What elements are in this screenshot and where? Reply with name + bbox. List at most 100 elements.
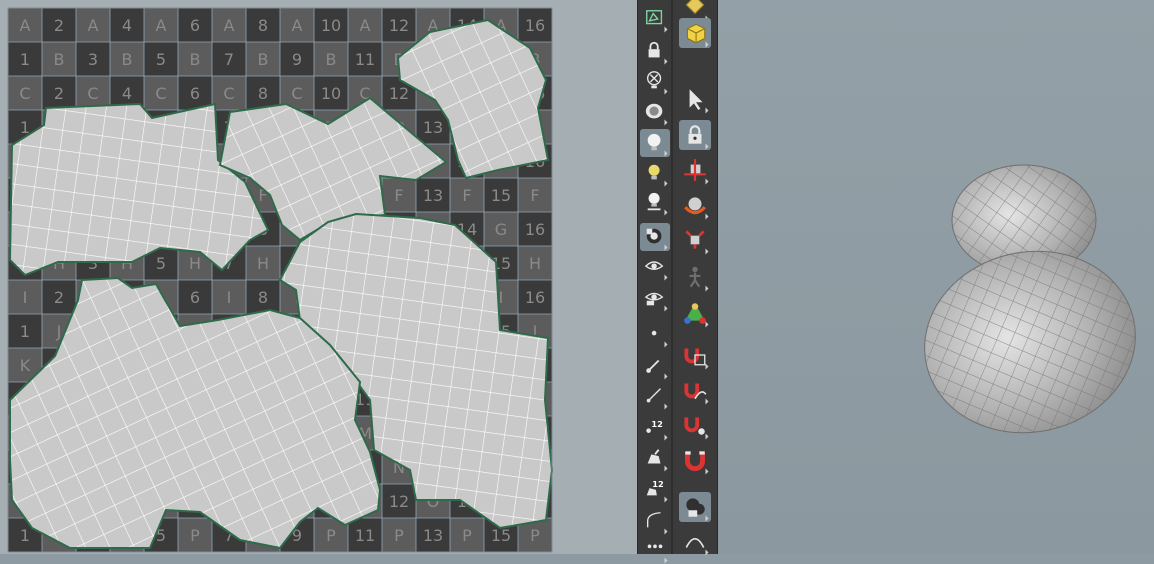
uv-checker-label: 16 [525, 288, 545, 307]
yellow-cube-icon [686, 23, 706, 44]
move-cube-tool[interactable] [679, 155, 711, 185]
option-arrow-icon [664, 180, 668, 187]
uv-checker-label: 6 [190, 84, 200, 103]
uv-checker-label: J [56, 322, 62, 341]
torus-light-tool[interactable] [640, 98, 670, 126]
uv-checker-label: A [292, 16, 303, 35]
pen-tool[interactable] [640, 382, 670, 410]
uv-checker-label: 12 [389, 492, 409, 511]
uv-editor-viewport[interactable]: A2A4A6A8A10A12A14A161B3B5B7B9B11B13B15BC… [0, 0, 637, 554]
eye-frame-icon [644, 292, 664, 306]
stamp-number-tool[interactable]: 12 [640, 475, 670, 503]
uv-checker-label: A [88, 16, 99, 35]
move-cube-icon [684, 159, 706, 181]
uv-checker-label: B [326, 50, 337, 69]
uv-checker-label: 3 [88, 50, 98, 69]
option-arrow-icon [705, 398, 709, 405]
gear-tools-tool[interactable] [640, 223, 670, 251]
eye-tool[interactable] [640, 253, 670, 281]
magnet-curve-tool[interactable] [679, 375, 711, 405]
scene-canvas[interactable] [718, 0, 1154, 554]
option-arrow-icon [705, 285, 709, 292]
uv-checker-label: B [190, 50, 201, 69]
uv-checker-label: H [529, 254, 541, 273]
stamp-number-icon: 12 [646, 479, 664, 496]
uv-checker-label: 10 [321, 16, 341, 35]
uv-checker-label: B [54, 50, 65, 69]
option-arrow-icon [664, 305, 668, 312]
gear-tools-icon [646, 228, 662, 244]
eye-icon [644, 261, 664, 270]
uv-checker-label: 13 [423, 526, 443, 545]
magnet-grid-icon [684, 348, 706, 366]
uv-checker-label: A [20, 16, 31, 35]
curve-tool[interactable] [640, 507, 670, 535]
uv-checker-label: F [462, 186, 471, 205]
uv-checker-label: P [190, 526, 200, 545]
number-badge-tool[interactable]: 12 [640, 413, 670, 441]
option-arrow-icon [664, 209, 668, 216]
eye-frame-tool[interactable] [640, 284, 670, 312]
option-arrow-icon [705, 178, 709, 185]
light-off-tool[interactable] [640, 67, 670, 95]
magnet-tool[interactable] [679, 445, 711, 475]
bulb-tool[interactable] [640, 129, 670, 157]
point-tool[interactable] [640, 320, 670, 348]
uv-checker-label: 15 [491, 526, 511, 545]
stamp-tool[interactable] [640, 444, 670, 472]
bulb-yellow-tool[interactable] [640, 159, 670, 187]
option-arrow-icon [664, 528, 668, 535]
option-arrow-icon [664, 150, 668, 157]
option-arrow-icon [664, 26, 668, 33]
option-arrow-icon [664, 274, 668, 281]
scene-viewport[interactable] [718, 0, 1154, 554]
lock-tool[interactable] [640, 37, 670, 65]
option-arrow-icon [664, 465, 668, 472]
option-arrow-icon [705, 363, 709, 370]
yellow-cube-tool[interactable] [679, 18, 711, 48]
rotate-sphere-icon [684, 197, 706, 215]
triangle-tools-tool[interactable] [679, 298, 711, 328]
option-arrow-icon [664, 496, 668, 503]
torus-light-icon [645, 103, 663, 119]
option-arrow-icon [705, 143, 709, 150]
skeleton-tool[interactable] [679, 262, 711, 292]
lock-frame-tool[interactable] [679, 120, 711, 150]
uv-canvas[interactable]: A2A4A6A8A10A12A14A161B3B5B7B9B11B13B15BC… [0, 0, 637, 554]
arc-tool[interactable] [679, 526, 711, 556]
uv-checker-label: H [257, 254, 269, 273]
uv-checker-label: I [227, 288, 232, 307]
uv-checker-label: H [189, 254, 201, 273]
bulb-person-tool[interactable] [640, 188, 670, 216]
scale-cube-icon [685, 230, 705, 249]
option-arrow-icon [664, 373, 668, 380]
camera-gear-tool[interactable] [679, 492, 711, 522]
uv-checker-label: C [223, 84, 234, 103]
curve-icon [646, 512, 661, 528]
option-arrow-icon [705, 107, 709, 114]
magnet-point-tool[interactable] [679, 410, 711, 440]
uv-checker-label: 10 [321, 84, 341, 103]
option-arrow-icon [664, 119, 668, 126]
bulb-icon [647, 133, 661, 151]
left-tool-shelf: 12 12 [637, 0, 673, 564]
uv-shell-icon [646, 10, 663, 25]
uv-checker-label: 13 [423, 186, 443, 205]
select-arrow-tool[interactable] [679, 84, 711, 114]
uv-checker-label: P [394, 526, 404, 545]
dots-tool[interactable] [640, 536, 670, 564]
pen-icon [646, 388, 661, 403]
uv-checker-label: 6 [190, 288, 200, 307]
uv-shell-tool[interactable] [640, 5, 670, 33]
uv-checker-label: 15 [491, 186, 511, 205]
magnet-grid-tool[interactable] [679, 340, 711, 370]
rotate-sphere-tool[interactable] [679, 190, 711, 220]
mesh-object[interactable] [908, 164, 1153, 452]
uv-checker-label: 2 [54, 16, 64, 35]
uv-checker-label: 11 [355, 526, 375, 545]
option-arrow-icon [664, 88, 668, 95]
scale-cube-tool[interactable] [679, 225, 711, 255]
uv-checker-label: F [394, 186, 403, 205]
uv-checker-label: P [530, 526, 540, 545]
brush-tool[interactable] [640, 352, 670, 380]
